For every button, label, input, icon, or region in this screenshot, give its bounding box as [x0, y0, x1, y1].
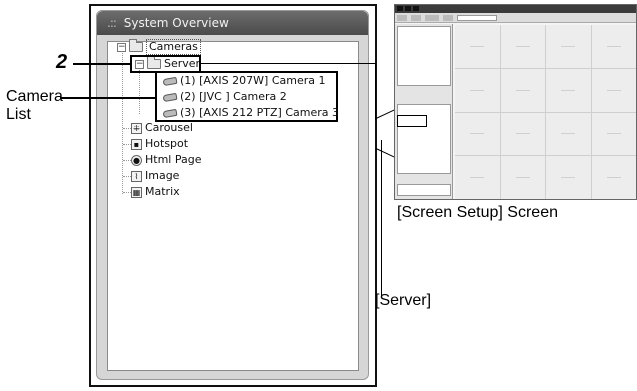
- server-callout-line: [375, 63, 376, 118]
- camera-list-label-line1: Camera: [6, 88, 63, 105]
- step-number: 2: [56, 51, 68, 73]
- camera-list-callout-line: [60, 97, 155, 99]
- camera-item[interactable]: (3) [AXIS 212 PTZ] Camera 3: [162, 106, 339, 120]
- tree-node-html-page[interactable]: ● Html Page: [131, 153, 201, 167]
- camera-icon: [162, 108, 178, 118]
- tree-node-label: Image: [145, 169, 180, 182]
- thumb-properties-pane: [397, 184, 451, 196]
- thumb-camera-grid: [455, 25, 636, 199]
- camera-icon: [162, 92, 178, 102]
- camera-item[interactable]: (1) [AXIS 207W] Camera 1: [162, 74, 326, 88]
- tree-node-hotspot[interactable]: ▪ Hotspot: [131, 137, 188, 151]
- carousel-icon: ⁜: [131, 122, 142, 134]
- tree-node-carousel[interactable]: ⁜ Carousel: [131, 121, 193, 135]
- matrix-icon: ▦: [131, 186, 142, 198]
- camera-label: (1) [AXIS 207W] Camera 1: [180, 74, 326, 87]
- thumb-titlebar: [395, 5, 636, 13]
- panel-header: .:: System Overview: [97, 11, 368, 35]
- tree-connector: [123, 176, 131, 177]
- tree-node-label: Cameras: [146, 39, 201, 55]
- thumb-server-highlight: [397, 115, 427, 127]
- thumb-toolbar: [395, 13, 636, 23]
- camera-label: (3) [AXIS 212 PTZ] Camera 3: [180, 106, 339, 119]
- camera-label: (2) [JVC ] Camera 2: [180, 90, 287, 103]
- server-callout-line: [201, 63, 375, 64]
- tree-node-label: Hotspot: [145, 137, 189, 150]
- tree-node-label: Matrix: [145, 185, 180, 198]
- image-icon: ⌇: [131, 170, 142, 182]
- tree-node-label: Html Page: [145, 153, 202, 166]
- thumb-sidebar: [395, 24, 453, 199]
- tree-connector: [123, 160, 131, 161]
- screen-setup-label: [Screen Setup] Screen: [397, 204, 558, 221]
- thumb-views-pane: [397, 26, 451, 86]
- tree-connector: [123, 128, 131, 129]
- tree-connector: [122, 50, 123, 194]
- camera-item[interactable]: (2) [JVC ] Camera 2: [162, 90, 287, 104]
- tree-connector: [123, 192, 131, 193]
- camera-icon: [162, 76, 178, 86]
- html-page-icon: ●: [131, 154, 142, 166]
- tree-node-label: Carousel: [145, 121, 193, 134]
- collapse-icon[interactable]: −: [117, 42, 126, 52]
- tree-node-image[interactable]: ⌇ Image: [131, 169, 179, 183]
- hotspot-icon: ▪: [131, 138, 142, 150]
- camera-list-label-line2: List: [6, 106, 31, 123]
- tree-node-matrix[interactable]: ▦ Matrix: [131, 185, 180, 199]
- server-label: [Server]: [375, 292, 432, 309]
- tree-connector: [139, 70, 140, 114]
- step-callout-line: [73, 63, 130, 65]
- tree-connector: [123, 144, 131, 145]
- panel-grip-icon[interactable]: .::: [107, 16, 117, 30]
- panel-title: System Overview: [123, 16, 229, 30]
- tree-node-cameras[interactable]: − Cameras: [117, 39, 201, 55]
- folder-icon: [129, 39, 143, 52]
- server-pointer-line: [381, 140, 382, 298]
- screen-setup-thumbnail: [394, 4, 637, 200]
